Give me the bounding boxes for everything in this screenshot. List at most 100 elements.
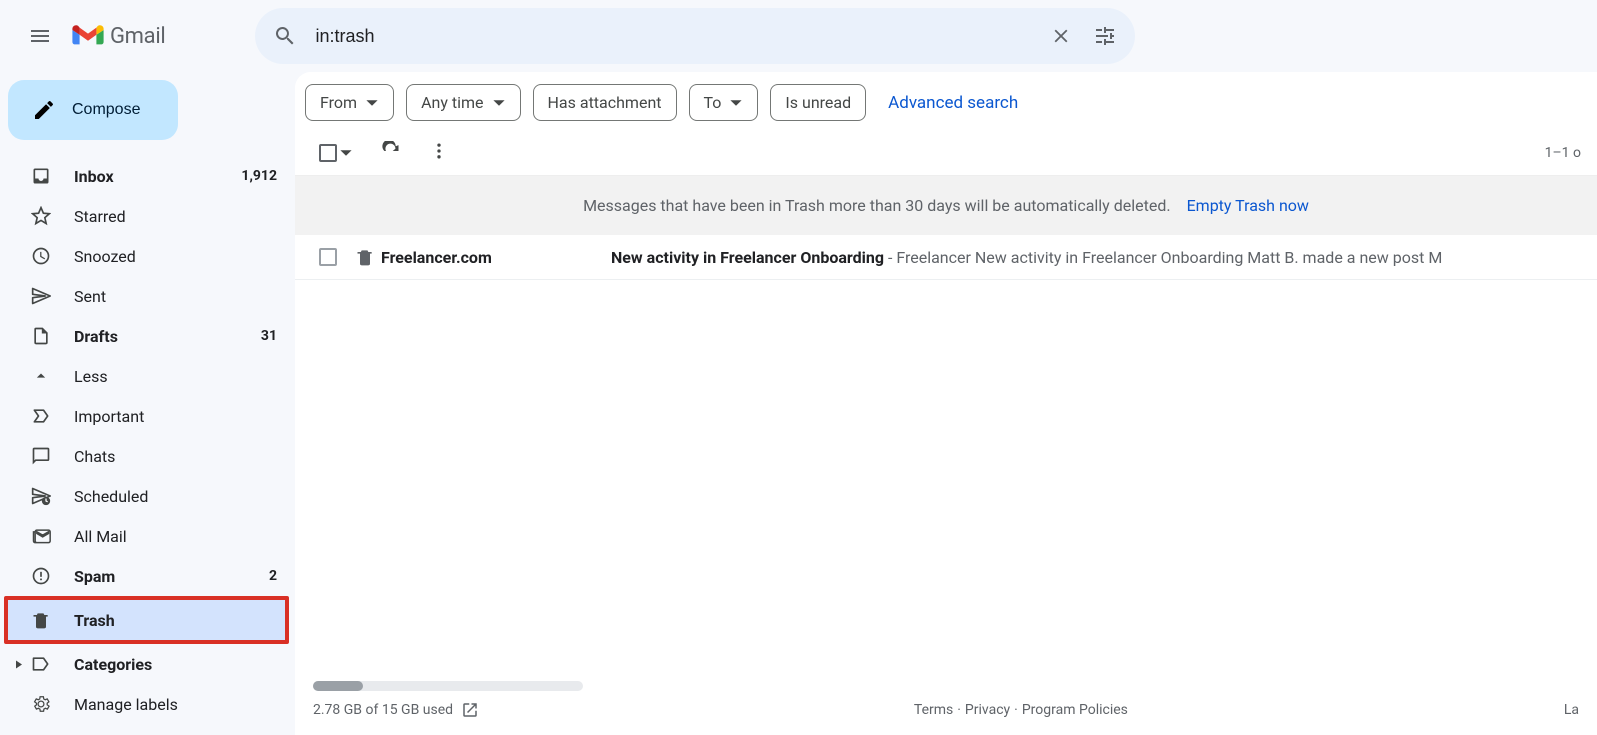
nav-manage-labels[interactable]: Manage labels [8,684,295,724]
nav-label: Snoozed [74,247,277,266]
filter-to[interactable]: To [689,84,759,121]
chip-label: Any time [421,93,483,112]
gmail-logo[interactable]: Gmail [72,24,165,49]
nav-trash[interactable]: Trash [8,600,285,640]
filter-anytime[interactable]: Any time [406,84,520,121]
main-menu-button[interactable] [16,12,64,60]
star-icon [31,206,51,226]
nav-categories[interactable]: Categories [8,644,295,684]
header: Gmail [0,0,1597,72]
more-vert-icon [429,141,449,161]
storage-text: 2.78 GB of 15 GB used [313,702,453,718]
nav-label: Drafts [74,327,261,346]
spam-icon [31,566,51,586]
nav-label: Spam [74,567,269,586]
trash-icon [31,610,51,630]
scheduled-icon [31,486,51,506]
nav-label: Inbox [74,167,241,186]
send-icon [31,286,51,306]
caret-down-icon [492,96,506,110]
nav-count: 1,912 [241,168,277,184]
nav-snoozed[interactable]: Snoozed [8,236,295,276]
search-bar [255,8,1135,64]
caret-down-icon [365,96,379,110]
nav-label: Manage labels [74,695,277,714]
compose-button[interactable]: Compose [8,80,178,140]
message-snippet: - Freelancer New activity in Freelancer … [884,248,1442,267]
nav-label: Categories [74,655,277,674]
row-checkbox[interactable] [319,248,337,266]
advanced-search-link[interactable]: Advanced search [888,93,1018,113]
sidebar: Compose Inbox 1,912 Starred Snoozed [0,72,295,735]
nav-label: Chats [74,447,277,466]
empty-trash-link[interactable]: Empty Trash now [1187,196,1309,215]
nav-count: 31 [261,328,277,344]
nav-label: Scheduled [74,487,277,506]
refresh-icon [381,141,401,161]
footer-links: Terms · Privacy · Program Policies [914,702,1128,718]
trash-highlight: Trash [4,596,289,644]
nav-important[interactable]: Important [8,396,295,436]
storage-info[interactable]: 2.78 GB of 15 GB used [313,701,479,719]
nav-all-mail[interactable]: All Mail [8,516,295,556]
chip-label: From [320,93,357,112]
gmail-logo-text: Gmail [110,24,165,49]
horizontal-scrollbar[interactable] [313,681,583,691]
clear-search-button[interactable] [1039,14,1083,58]
search-options-button[interactable] [1083,14,1127,58]
more-button[interactable] [429,141,449,165]
close-icon [1050,25,1072,47]
message-sender: Freelancer.com [381,248,611,267]
trash-notice: Messages that have been in Trash more th… [295,175,1597,235]
chat-icon [31,446,51,466]
nav-count: 2 [269,568,277,584]
chip-label: Is unread [785,93,851,112]
nav-starred[interactable]: Starred [8,196,295,236]
nav-label: Sent [74,287,277,306]
gear-icon [31,694,51,714]
chevron-up-icon [31,366,51,386]
filter-from[interactable]: From [305,84,394,121]
nav-label: Trash [74,611,267,630]
file-icon [31,326,51,346]
important-icon [31,406,51,426]
inbox-icon [31,166,51,186]
nav-label: All Mail [74,527,277,546]
select-all-checkbox[interactable] [319,144,353,162]
search-button[interactable] [263,14,307,58]
tune-icon [1093,24,1117,48]
nav-label: Important [74,407,277,426]
message-text: New activity in Freelancer Onboarding - … [611,248,1442,267]
toolbar: 1–1 o [295,133,1597,175]
page-counter: 1–1 o [1545,145,1581,161]
search-input[interactable] [307,26,1039,47]
main-panel: From Any time Has attachment To Is unrea… [295,72,1597,735]
trash-icon [355,247,375,267]
nav-scheduled[interactable]: Scheduled [8,476,295,516]
search-icon [273,24,297,48]
nav-less[interactable]: Less [8,356,295,396]
label-icon [31,654,51,674]
policies-link[interactable]: Program Policies [1022,702,1128,718]
nav-chats[interactable]: Chats [8,436,295,476]
nav-drafts[interactable]: Drafts 31 [8,316,295,356]
terms-link[interactable]: Terms [914,702,953,718]
nav-sent[interactable]: Sent [8,276,295,316]
open-in-new-icon [461,701,479,719]
message-row[interactable]: Freelancer.com New activity in Freelance… [295,235,1597,280]
privacy-link[interactable]: Privacy [965,702,1010,718]
caret-down-icon [729,96,743,110]
message-subject: New activity in Freelancer Onboarding [611,248,884,267]
pencil-icon [32,98,56,122]
notice-text: Messages that have been in Trash more th… [583,196,1171,215]
filter-is-unread[interactable]: Is unread [770,84,866,121]
gmail-logo-icon [72,24,104,48]
clock-icon [31,246,51,266]
nav-inbox[interactable]: Inbox 1,912 [8,156,295,196]
nav-spam[interactable]: Spam 2 [8,556,295,596]
last-activity[interactable]: La [1564,702,1579,718]
hamburger-icon [28,24,52,48]
refresh-button[interactable] [381,141,401,165]
filter-has-attachment[interactable]: Has attachment [533,84,677,121]
all-mail-icon [31,526,51,546]
